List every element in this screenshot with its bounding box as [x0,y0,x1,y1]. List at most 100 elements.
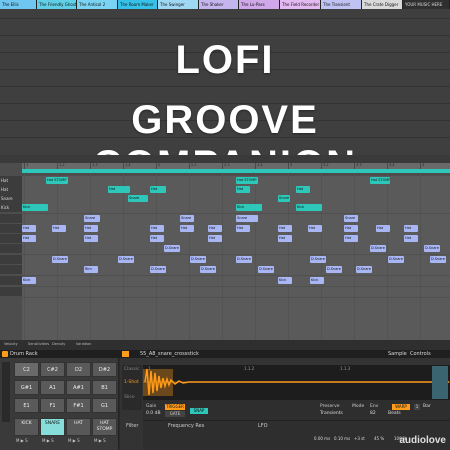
track-header[interactable]: The Swinger [158,0,199,9]
drum-pad[interactable]: G1 [92,398,117,413]
loop-region[interactable] [22,169,450,173]
note-clip[interactable]: Hat [108,186,130,193]
drum-pad[interactable]: E1 [14,398,39,413]
note-clip[interactable]: Snare [344,215,358,222]
drum-pad[interactable]: C2 [14,362,39,377]
drum-pad[interactable]: A#1 [66,380,91,395]
track-header[interactable]: The Friendly Ghost [37,0,77,9]
tab-sample[interactable]: Sample [388,351,407,357]
note-clip[interactable]: D.Snare [150,266,166,273]
pad-mute-solo[interactable]: M ▶ S [42,438,54,443]
note-clip[interactable]: Kick [278,277,292,284]
note-clip[interactable]: Hat [308,225,322,232]
note-clip[interactable]: Hat [52,225,66,232]
note-clip[interactable]: Hat [376,225,390,232]
note-clip[interactable]: Hat [296,186,310,193]
note-clip[interactable]: Hat [150,186,166,193]
track-header[interactable]: YOUR MUSIC HERE [403,0,450,9]
note-clip[interactable]: Hat [84,235,98,242]
note-clip[interactable]: Hat [404,235,418,242]
arrangement-control[interactable]: Variation [76,342,92,346]
note-clip[interactable]: D.Snare [190,256,206,263]
waveform-end-region[interactable] [432,366,448,399]
drum-pad[interactable]: F1 [40,398,65,413]
beats-value[interactable]: Beats [388,411,401,416]
note-clip[interactable]: Hat [278,235,292,242]
note-clip[interactable]: Hat [278,225,292,232]
note-clip[interactable]: D.Snare [326,266,342,273]
pad-nav-strip[interactable] [2,362,10,422]
arrangement-control[interactable]: Sensitivities [28,342,49,346]
track-header[interactable]: The Lo-Pass [239,0,280,9]
simpler-power-icon[interactable] [122,351,129,357]
track-header[interactable]: The Transient [321,0,362,9]
preserve-value[interactable]: Transients [320,411,343,416]
track-header[interactable]: The Ellis [0,0,37,9]
trigger-button[interactable]: TRIGGER [165,404,185,410]
drum-pad[interactable]: D2 [66,362,91,377]
bar-value[interactable]: 1 [414,404,420,410]
note-lane[interactable] [22,276,450,287]
note-lane[interactable] [22,287,450,298]
note-clip[interactable]: Hat [22,235,36,242]
snap-button[interactable]: SNAP [190,408,208,414]
note-clip[interactable]: D.Snare [118,256,134,263]
note-clip[interactable]: D.Snare [52,256,68,263]
filter-label[interactable]: Filter [126,423,138,429]
warp-button[interactable]: WARP [392,404,410,410]
note-clip[interactable]: D.Snare [424,245,440,252]
note-clip[interactable]: Hat [404,225,418,232]
mode-classic[interactable]: Classic [124,367,140,372]
note-clip[interactable]: Kick [310,277,324,284]
track-header[interactable]: The Crate Digger [362,0,403,9]
note-clip[interactable]: Hat STOMP [370,177,390,184]
device-value[interactable]: +3 st [354,436,365,441]
pad-mute-solo[interactable]: M ▶ S [94,438,106,443]
note-clip[interactable]: Hat [150,235,164,242]
drum-pad[interactable]: G#1 [14,380,39,395]
note-clip[interactable]: Snare [236,215,258,222]
note-clip[interactable]: Hat [208,225,222,232]
pad-mute-solo[interactable]: M ▶ S [68,438,80,443]
note-clip[interactable]: D.Snare [370,245,386,252]
note-clip[interactable]: Hat STOMP [46,177,68,184]
note-clip[interactable]: D.Snare [258,266,274,273]
arrangement-control[interactable]: Density [52,342,65,346]
note-clip[interactable]: D.Snare [236,256,252,263]
note-clip[interactable]: Hat [180,225,194,232]
note-clip[interactable]: Kick [296,204,322,211]
gain-value[interactable]: 0.0 dB [146,411,161,416]
drum-pad-named[interactable]: HAT STOMP [92,418,117,436]
drum-pad[interactable]: D#2 [92,362,117,377]
note-clip[interactable]: Hat [344,235,358,242]
pad-mute-solo[interactable]: M ▶ S [16,438,28,443]
gate-button[interactable]: GATE [165,411,185,417]
device-value[interactable]: 0.00 ms [314,436,330,441]
note-clip[interactable]: Hat [344,225,358,232]
note-clip[interactable]: Hat [236,225,250,232]
drum-pad[interactable]: A1 [40,380,65,395]
note-clip[interactable]: Kick [236,204,262,211]
note-clip[interactable]: D.Snare [200,266,216,273]
track-header[interactable]: The Field Recorder [280,0,321,9]
note-clip[interactable]: Kick [22,204,48,211]
env-value[interactable]: 82 [370,411,376,416]
note-clip[interactable]: Hat STOMP [236,177,258,184]
track-header[interactable]: The Shaker [199,0,239,9]
note-clip[interactable]: Snare [128,195,148,202]
note-clip[interactable]: Hat [150,225,164,232]
note-clip[interactable]: Rim [84,266,98,273]
drum-pad[interactable]: B1 [92,380,117,395]
drum-pad-named[interactable]: KICK [14,418,39,436]
note-clip[interactable]: D.Snare [430,256,446,263]
note-clip[interactable]: D.Snare [164,245,180,252]
device-value[interactable]: 45 % [374,436,384,441]
note-clip[interactable]: Hat [84,225,98,232]
track-header[interactable]: The Anticol 2 [77,0,118,9]
note-clip[interactable]: Snare [84,215,100,222]
note-clip[interactable]: Hat [208,235,222,242]
drum-pad[interactable]: C#2 [40,362,65,377]
mode-one-shot[interactable]: 1-Shot [124,380,139,385]
note-clip[interactable]: Snare [180,215,194,222]
arrangement-control[interactable]: Velocity [4,342,18,346]
